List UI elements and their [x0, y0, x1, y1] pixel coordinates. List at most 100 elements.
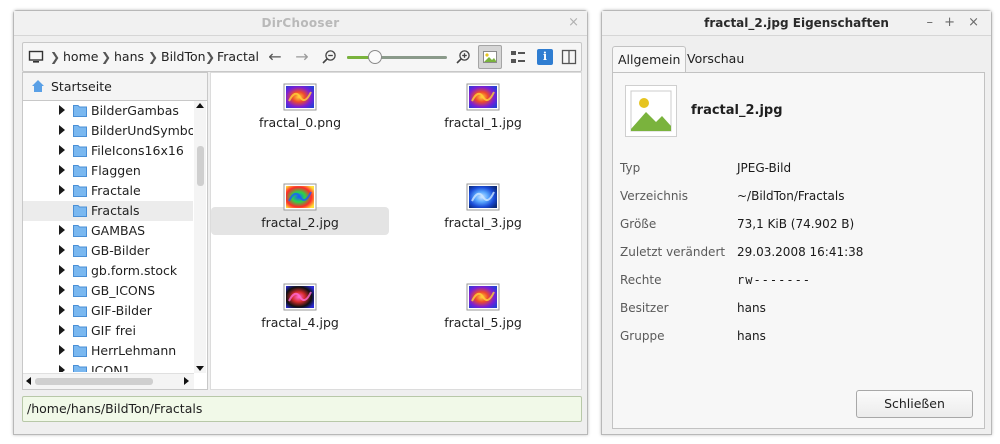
- scroll-down-arrow-icon[interactable]: [196, 366, 204, 371]
- file-item[interactable]: fractal_4.jpg: [211, 283, 389, 330]
- scroll-up-arrow-icon[interactable]: [196, 103, 204, 108]
- tree-item[interactable]: GIF frei: [23, 321, 193, 341]
- property-value: 73,1 KiB (74.902 B): [737, 217, 855, 231]
- maximize-button[interactable]: +: [944, 11, 955, 35]
- path-toolbar: ❯ home ❯ hans ❯ BildTon ❯ Fractals ← → i: [22, 42, 582, 72]
- path-separator-icon: ❯: [205, 50, 216, 64]
- tree-item[interactable]: BilderUndSymbole: [23, 121, 193, 141]
- expand-arrow-icon[interactable]: [59, 105, 65, 115]
- tree-horizontal-scrollbar[interactable]: [23, 373, 194, 389]
- tab-vorschau[interactable]: Vorschau: [682, 46, 749, 71]
- properties-titlebar[interactable]: fractal_2.jpg Eigenschaften – + ×: [602, 11, 991, 36]
- zoom-slider[interactable]: [347, 56, 447, 59]
- zoom-slider-handle[interactable]: [368, 50, 382, 64]
- property-value: rw-------: [737, 273, 812, 287]
- tree-item-label: GIF-Bilder: [91, 303, 152, 318]
- tree-item-label: ICON1: [91, 363, 131, 372]
- property-label: Besitzer: [620, 301, 669, 315]
- tree-item[interactable]: GAMBAS: [23, 221, 193, 241]
- back-arrow-icon[interactable]: ←: [266, 47, 284, 67]
- tree-item-label: Flaggen: [91, 163, 141, 178]
- property-value: ~/BildTon/Fractals: [737, 189, 845, 203]
- folder-icon: [73, 284, 87, 297]
- image-thumbnail: [466, 283, 500, 311]
- tree-item-label: Fractals: [91, 203, 140, 218]
- tree-item[interactable]: HerrLehmann: [23, 341, 193, 361]
- tree-item[interactable]: GIF-Bilder: [23, 301, 193, 321]
- folder-icon: [73, 304, 87, 317]
- path-separator-icon: ❯: [148, 50, 159, 64]
- file-item[interactable]: fractal_5.jpg: [394, 283, 572, 330]
- expand-arrow-icon[interactable]: [59, 265, 65, 275]
- file-item[interactable]: fractal_0.png: [211, 83, 389, 130]
- folder-icon: [73, 364, 87, 372]
- zoom-out-icon[interactable]: [321, 49, 337, 65]
- tree-vertical-scrollbar[interactable]: [194, 101, 206, 373]
- path-separator-icon: ❯: [50, 50, 61, 64]
- expand-arrow-icon[interactable]: [59, 305, 65, 315]
- tree-item[interactable]: GB-Bilder: [23, 241, 193, 261]
- file-icon-view: fractal_0.png fractal_1.jpg fractal_2.jpg f…: [210, 72, 582, 390]
- image-thumbnail: [466, 183, 500, 211]
- tree-item[interactable]: Fractals: [23, 201, 193, 221]
- tree-item[interactable]: Flaggen: [23, 161, 193, 181]
- tree-item[interactable]: FileIcons16x16: [23, 141, 193, 161]
- expand-arrow-icon[interactable]: [59, 185, 65, 195]
- expand-arrow-icon[interactable]: [59, 245, 65, 255]
- tree-item[interactable]: gb.form.stock: [23, 261, 193, 281]
- tree-home-header[interactable]: Startseite: [23, 73, 207, 101]
- minimize-button[interactable]: –: [927, 11, 934, 35]
- file-name-label: fractal_4.jpg: [261, 315, 339, 330]
- info-icon[interactable]: i: [537, 49, 553, 65]
- property-label: Verzeichnis: [620, 189, 689, 203]
- list-view-icon[interactable]: [510, 49, 526, 65]
- tree-item[interactable]: Fractale: [23, 181, 193, 201]
- expand-arrow-icon[interactable]: [59, 165, 65, 175]
- path-segment-fractals[interactable]: Fractals: [217, 43, 259, 71]
- close-button[interactable]: Schließen: [856, 390, 973, 418]
- path-segment-home[interactable]: home: [63, 43, 98, 71]
- folder-icon: [73, 244, 87, 257]
- path-segment-hans[interactable]: hans: [114, 43, 144, 71]
- scroll-right-arrow-icon[interactable]: [184, 377, 189, 385]
- computer-icon[interactable]: [28, 49, 44, 65]
- expand-arrow-icon[interactable]: [59, 365, 65, 372]
- vertical-scroll-thumb[interactable]: [197, 146, 204, 186]
- image-thumbnail: [283, 183, 317, 211]
- file-item[interactable]: fractal_2.jpg: [211, 183, 389, 235]
- path-separator-icon: ❯: [101, 50, 112, 64]
- forward-arrow-icon[interactable]: →: [293, 47, 311, 67]
- close-window-button[interactable]: ×: [968, 11, 979, 35]
- tab-allgemein[interactable]: Allgemein: [612, 46, 687, 72]
- expand-arrow-icon[interactable]: [59, 145, 65, 155]
- close-window-button[interactable]: ×: [568, 11, 579, 35]
- path-input[interactable]: /home/hans/BildTon/Fractals: [22, 396, 582, 422]
- property-value: 29.03.2008 16:41:38: [737, 245, 864, 259]
- folder-icon: [73, 104, 87, 117]
- path-segment-bildton[interactable]: BildTon: [161, 43, 206, 71]
- expand-arrow-icon[interactable]: [59, 125, 65, 135]
- tree-item[interactable]: ICON1: [23, 361, 193, 372]
- tree-item[interactable]: BilderGambas: [23, 101, 193, 121]
- horizontal-scroll-thumb[interactable]: [35, 378, 153, 385]
- file-item[interactable]: fractal_3.jpg: [394, 183, 572, 230]
- tree-item-label: gb.form.stock: [91, 263, 178, 278]
- expand-arrow-icon[interactable]: [59, 325, 65, 335]
- zoom-in-icon[interactable]: [455, 49, 471, 65]
- expand-arrow-icon[interactable]: [59, 345, 65, 355]
- folder-icon: [73, 164, 87, 177]
- folder-tree: BilderGambas BilderUndSymbole FileIcons16x…: [23, 101, 193, 372]
- dirchooser-titlebar[interactable]: DirChooser ×: [14, 11, 587, 36]
- split-view-icon[interactable]: [561, 49, 577, 65]
- window-title: DirChooser: [261, 16, 340, 30]
- expand-arrow-icon[interactable]: [59, 225, 65, 235]
- folder-icon: [73, 184, 87, 197]
- expand-arrow-icon[interactable]: [59, 285, 65, 295]
- image-view-icon[interactable]: [478, 45, 502, 69]
- tree-item-label: Fractale: [91, 183, 141, 198]
- file-item[interactable]: fractal_1.jpg: [394, 83, 572, 130]
- tree-item[interactable]: GB_ICONS: [23, 281, 193, 301]
- scroll-left-arrow-icon[interactable]: [26, 377, 31, 385]
- dirchooser-window: DirChooser × ❯ home ❯ hans ❯ BildTon ❯ F…: [13, 10, 588, 435]
- general-tab-panel: fractal_2.jpg Typ JPEG-Bild Verzeichnis ~/B…: [612, 72, 985, 429]
